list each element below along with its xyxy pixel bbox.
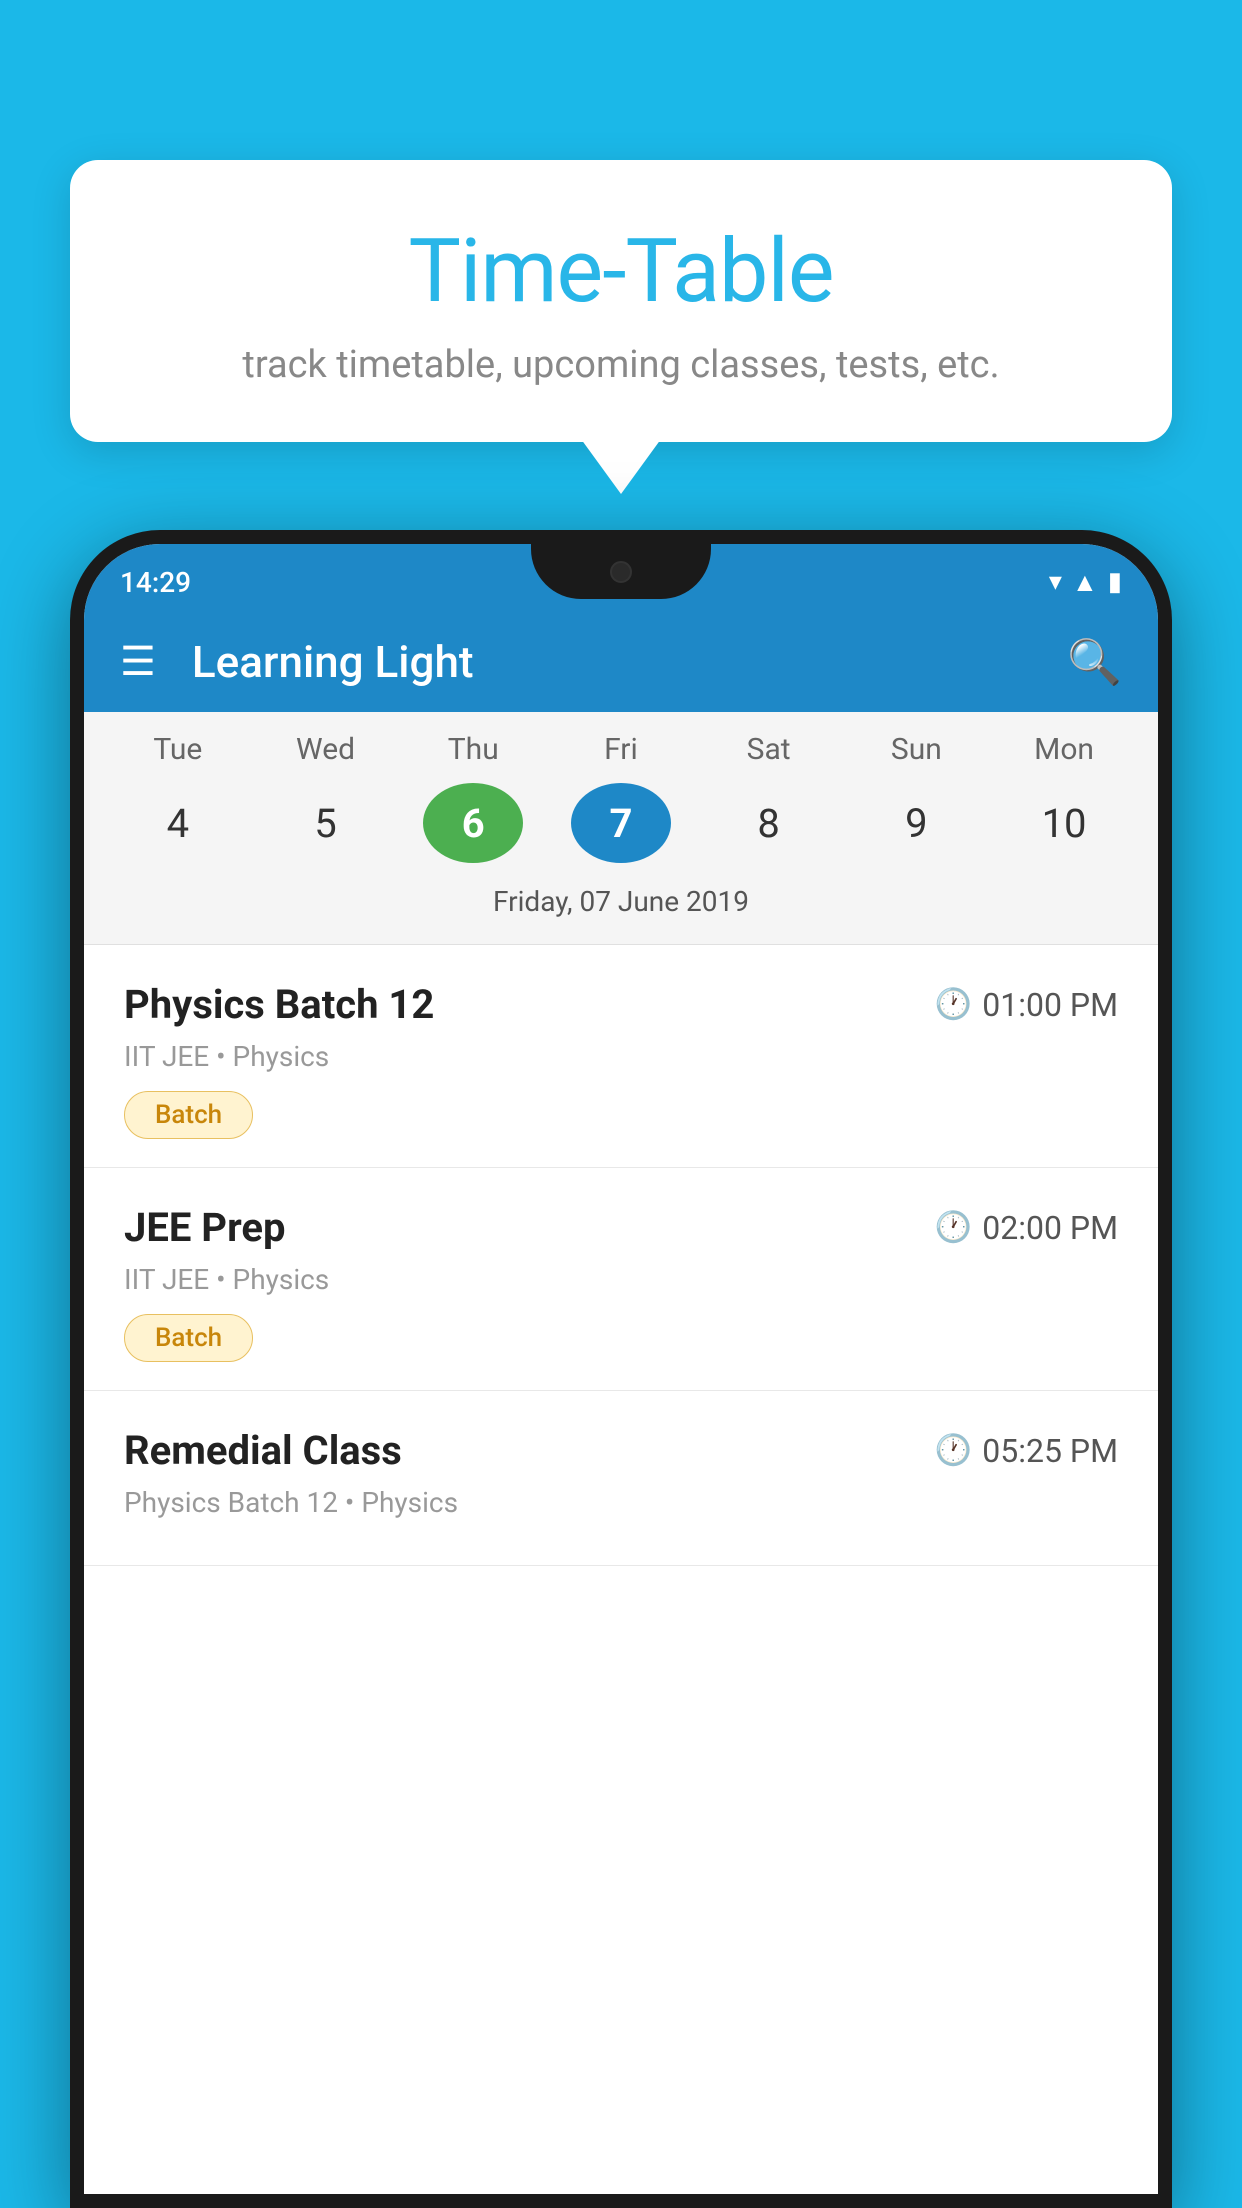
day-header-sun: Sun [866,732,966,767]
day-headers: Tue Wed Thu Fri Sat Sun Mon [84,732,1158,767]
card-title: Time-Table [130,220,1112,323]
tooltip-card: Time-Table track timetable, upcoming cla… [70,160,1172,442]
hamburger-icon[interactable]: ☰ [120,642,156,682]
item-time-1: 🕐 01:00 PM [935,986,1118,1024]
item-category-3: Physics Batch 12 • Physics [124,1486,1118,1519]
camera-dot [610,561,632,583]
calendar-strip: Tue Wed Thu Fri Sat Sun Mon 4 5 6 7 8 9 … [84,712,1158,945]
item-category-2: IIT JEE • Physics [124,1263,1118,1296]
day-header-thu: Thu [423,732,523,767]
day-num-5[interactable]: 5 [276,783,376,863]
day-header-sat: Sat [719,732,819,767]
signal-icon: ▲ [1072,567,1098,598]
item-top-row-3: Remedial Class 🕐 05:25 PM [124,1427,1118,1474]
wifi-icon: ▾ [1049,567,1062,597]
selected-date: Friday, 07 June 2019 [84,875,1158,934]
day-header-fri: Fri [571,732,671,767]
app-title: Learning Light [192,636,1067,688]
item-time-3: 🕐 05:25 PM [935,1432,1118,1470]
item-category-1: IIT JEE • Physics [124,1040,1118,1073]
batch-badge-2: Batch [124,1314,253,1362]
day-num-6-today[interactable]: 6 [423,783,523,863]
notch [531,544,711,599]
card-subtitle: track timetable, upcoming classes, tests… [130,343,1112,387]
day-num-4[interactable]: 4 [128,783,228,863]
batch-badge-1: Batch [124,1091,253,1139]
schedule-item-1[interactable]: Physics Batch 12 🕐 01:00 PM IIT JEE • Ph… [84,945,1158,1168]
schedule-item-2[interactable]: JEE Prep 🕐 02:00 PM IIT JEE • Physics Ba… [84,1168,1158,1391]
day-header-wed: Wed [276,732,376,767]
schedule-item-3[interactable]: Remedial Class 🕐 05:25 PM Physics Batch … [84,1391,1158,1566]
day-num-8[interactable]: 8 [719,783,819,863]
clock-icon-3: 🕐 [935,1433,972,1468]
item-name-1: Physics Batch 12 [124,981,434,1028]
item-name-2: JEE Prep [124,1204,285,1251]
item-top-row-2: JEE Prep 🕐 02:00 PM [124,1204,1118,1251]
day-num-10[interactable]: 10 [1014,783,1114,863]
status-bar: 14:29 ▾ ▲ ▮ [84,544,1158,612]
schedule-list: Physics Batch 12 🕐 01:00 PM IIT JEE • Ph… [84,945,1158,1566]
status-time: 14:29 [120,566,191,599]
day-num-9[interactable]: 9 [866,783,966,863]
clock-icon-1: 🕐 [935,987,972,1022]
phone-inner: 14:29 ▾ ▲ ▮ ☰ Learning Light 🔍 Tue Wed T… [84,544,1158,2194]
item-time-2: 🕐 02:00 PM [935,1209,1118,1247]
item-top-row-1: Physics Batch 12 🕐 01:00 PM [124,981,1118,1028]
day-numbers: 4 5 6 7 8 9 10 [84,783,1158,863]
day-header-mon: Mon [1014,732,1114,767]
item-name-3: Remedial Class [124,1427,402,1474]
day-num-7-selected[interactable]: 7 [571,783,671,863]
clock-icon-2: 🕐 [935,1210,972,1245]
day-header-tue: Tue [128,732,228,767]
status-icons: ▾ ▲ ▮ [1049,567,1122,598]
phone-frame: 14:29 ▾ ▲ ▮ ☰ Learning Light 🔍 Tue Wed T… [70,530,1172,2208]
app-header: ☰ Learning Light 🔍 [84,612,1158,712]
search-icon[interactable]: 🔍 [1067,636,1122,688]
battery-icon: ▮ [1108,567,1122,597]
